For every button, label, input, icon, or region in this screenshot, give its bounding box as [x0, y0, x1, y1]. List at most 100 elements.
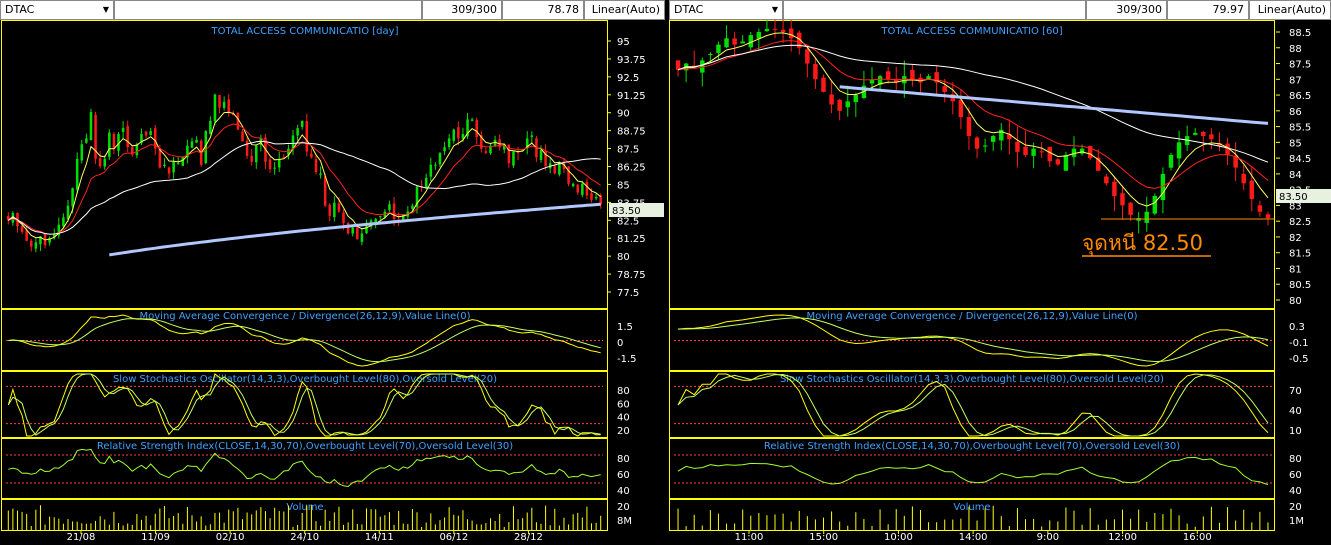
candle-body: [255, 145, 258, 163]
x-tick-label: 14:00: [959, 532, 988, 543]
candle-body: [85, 138, 88, 143]
candle-body: [190, 141, 194, 148]
x-tick-label: 21/08: [67, 532, 96, 543]
rsi-tick-label: 80: [1289, 454, 1302, 465]
candle-body: [98, 158, 102, 167]
fast-ma-line: [8, 111, 602, 241]
right-symbol-label: DTAC: [674, 3, 704, 16]
right-toolbar: DTAC ▼ 309/300 79.97 Linear(Auto): [669, 0, 1331, 20]
right-price-pane[interactable]: [669, 20, 1275, 309]
right-bar-count: 309/300: [1086, 0, 1167, 20]
rsi-tick-label: 80: [617, 454, 630, 465]
charts-canvas: TOTAL ACCESS COMMUNICATIO [day] Moving A…: [1, 20, 1331, 543]
right-symbol-select[interactable]: DTAC ▼: [669, 0, 783, 20]
price-tick-label: 82: [1289, 233, 1302, 244]
candle-body: [310, 153, 313, 158]
candle-body: [388, 204, 391, 211]
stoch-tick-label: 80: [617, 386, 630, 397]
candle-body: [314, 159, 318, 173]
x-tick-label: 15:00: [809, 532, 838, 543]
candle-body: [926, 76, 931, 80]
candle-body: [277, 158, 281, 168]
candle-body: [245, 140, 249, 156]
candle-body: [1120, 193, 1125, 206]
candle-body: [1039, 151, 1044, 153]
right-price-tag: 83.50: [1279, 192, 1308, 203]
candle-body: [788, 28, 794, 39]
rsi-tick-label: 40: [1289, 486, 1302, 497]
price-tick-label: 80: [617, 252, 630, 263]
candle-body: [149, 131, 152, 135]
candle-body: [982, 145, 988, 147]
candle-body: [296, 128, 299, 136]
x-tick-label: 06/12: [439, 532, 468, 543]
left-volume-title: Volume: [286, 502, 323, 513]
candle-body: [29, 240, 33, 247]
left-last-price: 78.78: [502, 0, 584, 20]
chart-marks: 9593.7592.591.259088.7587.586.258583.758…: [6, 20, 1311, 543]
candle-body: [80, 144, 84, 161]
price-tick-label: 84: [1289, 170, 1302, 181]
rsi-tick-label: 40: [617, 486, 630, 497]
candle-body: [756, 32, 762, 39]
price-tick-label: 81.25: [617, 234, 646, 245]
left-symbol-label: DTAC: [5, 3, 35, 16]
candle-body: [853, 95, 859, 103]
candle-body: [966, 117, 972, 137]
candle-body: [181, 157, 185, 166]
candle-body: [942, 86, 947, 92]
candle-body: [512, 151, 515, 166]
price-tick-label: 77.5: [617, 288, 639, 299]
price-tick-label: 85: [617, 180, 630, 191]
left-symbol-select[interactable]: DTAC ▼: [0, 0, 114, 20]
candle-body: [356, 227, 359, 240]
candle-body: [176, 163, 180, 165]
candle-body: [333, 202, 336, 218]
x-tick-label: 28/12: [514, 532, 543, 543]
candle-body: [25, 230, 28, 241]
candle-body: [236, 112, 240, 130]
candle-body: [821, 77, 826, 92]
right-scale-mode[interactable]: Linear(Auto): [1249, 0, 1331, 20]
candle-body: [910, 69, 915, 80]
candle-body: [590, 193, 593, 200]
candle-body: [780, 29, 786, 32]
candle-body: [222, 101, 226, 108]
price-tick-label: 82.5: [1289, 217, 1311, 228]
candle-body: [1047, 146, 1052, 162]
price-tick-label: 80: [1289, 296, 1302, 307]
candle-body: [740, 41, 745, 44]
candle-body: [1128, 202, 1133, 215]
candle-body: [300, 120, 304, 127]
rsi-tick-label: 60: [617, 470, 630, 481]
candle-body: [457, 127, 460, 139]
macd-tick-label: 0: [617, 338, 623, 349]
left-price-pane[interactable]: [1, 20, 608, 309]
rsi-tick-label: 60: [1289, 470, 1302, 481]
candle-body: [392, 203, 396, 219]
candle-body: [708, 54, 713, 56]
candle-body: [885, 71, 891, 80]
candle-body: [62, 217, 65, 227]
macd-tick-label: -0.5: [1289, 354, 1309, 365]
candle-body: [89, 112, 93, 141]
price-tick-label: 90: [617, 109, 630, 120]
macd-signal-line: [677, 317, 1269, 363]
candle-body: [351, 227, 354, 234]
price-tick-label: 78.75: [617, 270, 646, 281]
left-scale-mode[interactable]: Linear(Auto): [584, 0, 665, 20]
candle-body: [594, 196, 598, 199]
short-ma-line: [8, 123, 601, 235]
candle-body: [452, 129, 456, 141]
right-price-title: TOTAL ACCESS COMMUNICATIO [60]: [880, 26, 1062, 37]
candle-body: [1249, 180, 1255, 200]
x-tick-label: 11:00: [735, 532, 764, 543]
x-tick-label: 10:00: [884, 532, 913, 543]
price-tick-label: 88.5: [1289, 28, 1311, 39]
right-last-price: 79.97: [1167, 0, 1249, 20]
candle-body: [716, 44, 721, 53]
stoch-tick-label: 60: [617, 399, 630, 410]
fast-ma-line: [677, 32, 1269, 207]
left-toolbar-blank: [114, 0, 422, 20]
candle-body: [1031, 148, 1036, 156]
